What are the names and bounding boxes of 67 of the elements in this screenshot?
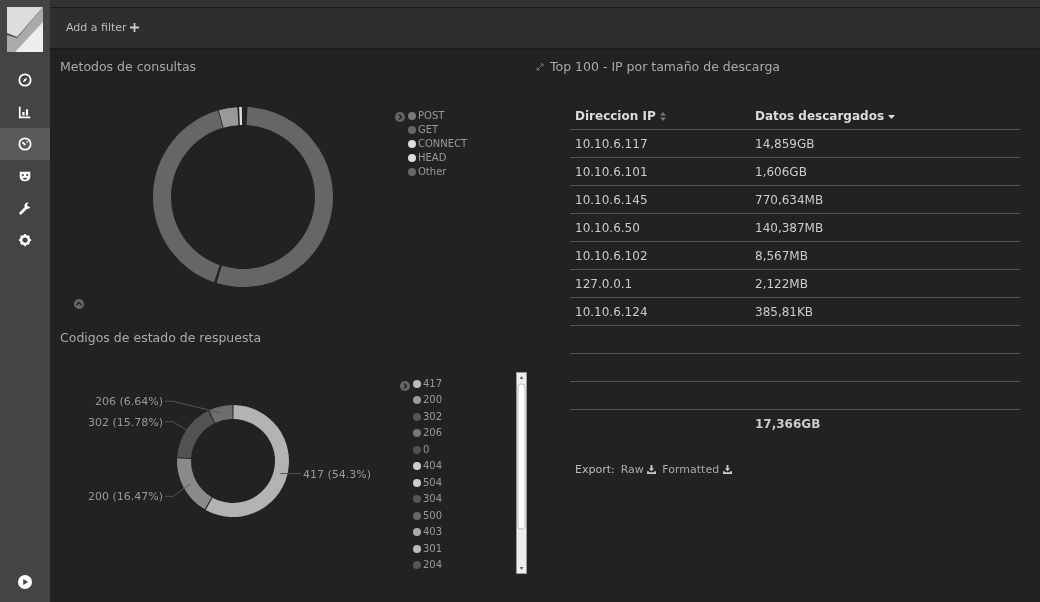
legend-label[interactable]: 417 — [423, 375, 443, 392]
legend-label[interactable]: 304 — [423, 491, 443, 508]
legend-label[interactable]: 0 — [423, 441, 430, 458]
slice-label: 200 (16.47%) — [87, 489, 163, 503]
table-cell: 140,387MB — [750, 213, 1020, 242]
leader-line — [164, 400, 223, 414]
table-cell: 385,81KB — [750, 297, 1020, 326]
slice-label: 417 (54.3%) — [303, 467, 372, 481]
bar-chart-icon — [18, 105, 32, 119]
gear-icon — [18, 233, 32, 247]
collapse-icon[interactable] — [74, 299, 84, 310]
legend-label[interactable]: Other — [418, 164, 447, 179]
table-cell: 10.10.6.124 — [570, 297, 750, 326]
legend-label[interactable]: 206 — [423, 425, 443, 442]
export-link[interactable]: Raw — [620, 461, 657, 479]
legend-label[interactable]: HEAD — [418, 150, 447, 165]
legend-label[interactable]: 403 — [423, 524, 443, 541]
wrench-icon — [18, 201, 32, 215]
leader-line — [279, 472, 302, 474]
scrollbar[interactable] — [516, 371, 527, 574]
legend-label[interactable]: GET — [418, 122, 439, 137]
legend-label[interactable]: 200 — [423, 392, 443, 409]
slice-label: 206 (6.64%) — [94, 394, 163, 408]
panel-title: Metodos de consultas — [60, 58, 197, 76]
table-cell: 10.10.6.50 — [570, 213, 750, 242]
total-value: 17,366GB — [755, 417, 821, 431]
column-header[interactable]: Direccion IP — [570, 102, 750, 130]
table-cell: 10.10.6.102 — [570, 241, 750, 270]
play-icon[interactable] — [18, 575, 32, 589]
panel-title: Codigos de estado de respuesta — [60, 328, 262, 347]
slice-label: 302 (15.78%) — [87, 415, 163, 429]
logo-icon[interactable] — [7, 7, 43, 52]
table-cell: 770,634MB — [750, 185, 1020, 214]
legend-label[interactable]: POST — [418, 108, 445, 123]
mask-icon — [18, 169, 32, 183]
sidebar-item[interactable] — [0, 128, 50, 160]
legend-toggle-icon[interactable] — [400, 380, 410, 391]
expand-icon[interactable] — [536, 63, 544, 72]
table-cell: 127.0.0.1 — [570, 269, 750, 298]
table-cell: 10.10.6.117 — [570, 129, 750, 158]
gauge-icon — [18, 137, 32, 151]
sort-icon — [659, 112, 666, 121]
legend-label[interactable]: 504 — [423, 474, 443, 491]
column-header[interactable]: Datos descargados — [750, 102, 1020, 130]
legend-label[interactable]: 404 — [423, 458, 443, 475]
add-filter-button[interactable]: Add a filter — [66, 19, 140, 37]
panel-title: Top 100 - IP por tamaño de descarga — [550, 58, 780, 76]
download-icon — [647, 465, 657, 475]
table-cell: 14,859GB — [750, 129, 1020, 158]
export-label: Export: — [575, 461, 615, 478]
legend-label[interactable]: 301 — [423, 540, 443, 557]
compass-icon — [18, 73, 32, 87]
download-icon — [722, 465, 732, 475]
table-cell: 8,567MB — [750, 241, 1020, 270]
table-cell: 10.10.6.101 — [570, 157, 750, 186]
plus-icon — [130, 22, 140, 32]
legend-toggle-icon[interactable] — [395, 111, 405, 122]
table-cell: 10.10.6.145 — [570, 185, 750, 214]
sort-descending-icon — [888, 114, 896, 119]
legend-label[interactable]: 302 — [423, 408, 443, 425]
export-link[interactable]: Formatted — [662, 461, 732, 479]
table-cell: 1,606GB — [750, 157, 1020, 186]
legend-label[interactable]: 500 — [423, 507, 443, 524]
legend-label[interactable]: CONNECT — [418, 136, 468, 151]
table-cell: 2,122MB — [750, 269, 1020, 298]
leader-line — [164, 483, 191, 497]
legend-label[interactable]: 204 — [423, 557, 443, 574]
